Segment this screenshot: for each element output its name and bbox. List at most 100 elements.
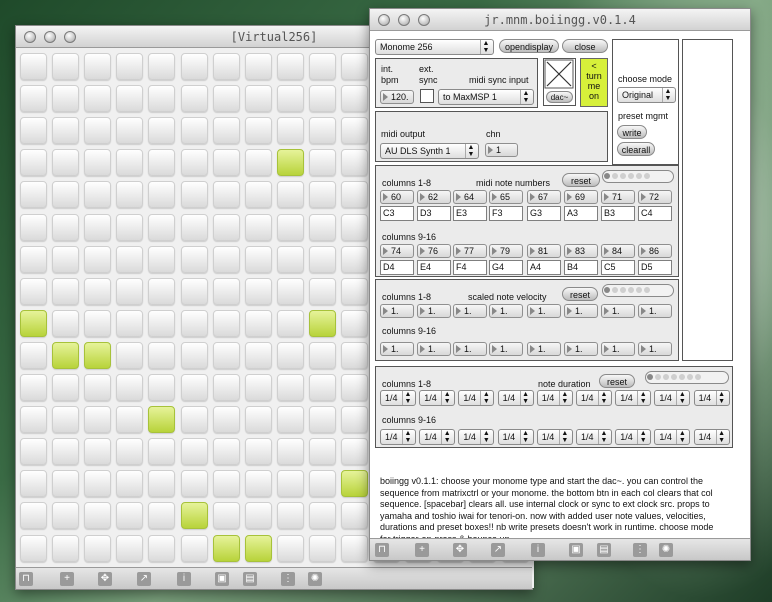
grid-button[interactable] — [276, 534, 304, 562]
grid-button[interactable] — [180, 213, 208, 241]
grid-button[interactable] — [148, 117, 176, 145]
grid-button[interactable] — [148, 181, 176, 209]
grid-button[interactable] — [116, 534, 144, 562]
grid-button[interactable] — [308, 181, 336, 209]
duration-menu[interactable]: 1/4 ▲ ▼ — [654, 429, 691, 445]
note-number[interactable]: 77 — [453, 244, 487, 258]
write-button[interactable]: write — [617, 125, 647, 139]
grid-button[interactable] — [244, 181, 272, 209]
grid-button[interactable] — [308, 534, 336, 562]
grid-button[interactable] — [244, 502, 272, 530]
titlebar[interactable]: jr.mnm.boiingg.v0.1.4 — [370, 9, 750, 31]
grid-button[interactable] — [276, 374, 304, 401]
grid-button[interactable] — [308, 53, 336, 80]
grid-button[interactable] — [244, 277, 272, 305]
grid-button[interactable] — [148, 502, 176, 530]
grid-button-lit[interactable] — [308, 309, 336, 337]
grid-button[interactable] — [52, 117, 80, 145]
grid-button[interactable] — [308, 117, 336, 145]
velocity-number[interactable]: 1. — [601, 342, 635, 356]
grid-button[interactable] — [308, 470, 336, 498]
grid-button[interactable] — [148, 85, 176, 113]
notes-reset-button[interactable]: reset — [562, 173, 600, 187]
grid-button[interactable] — [276, 438, 304, 466]
grid-button[interactable] — [84, 374, 112, 401]
grid-button[interactable] — [148, 53, 176, 80]
velocity-number[interactable]: 1. — [453, 342, 487, 356]
grid-button[interactable] — [276, 117, 304, 145]
note-number[interactable]: 67 — [527, 190, 561, 204]
dac-x-icon[interactable] — [544, 59, 575, 89]
grid-button[interactable] — [116, 277, 144, 305]
note-number[interactable]: 71 — [601, 190, 635, 204]
grid-button[interactable] — [180, 374, 208, 401]
grid-button[interactable] — [180, 149, 208, 177]
opendisplay-button[interactable]: opendisplay — [499, 39, 559, 53]
grid-button[interactable] — [276, 406, 304, 434]
grid-button[interactable] — [84, 117, 112, 145]
grid-button[interactable] — [180, 438, 208, 466]
grid-button[interactable] — [180, 534, 208, 562]
grid-button[interactable] — [52, 85, 80, 113]
mode-menu[interactable]: Original ▲ ▼ — [617, 87, 676, 103]
grid-button[interactable] — [84, 85, 112, 113]
grid-button[interactable] — [308, 245, 336, 273]
note-number[interactable]: 81 — [527, 244, 561, 258]
grid-button[interactable] — [212, 149, 240, 177]
grid-button[interactable] — [148, 470, 176, 498]
note-number[interactable]: 65 — [489, 190, 523, 204]
duration-menu[interactable]: 1/4 ▲ ▼ — [536, 390, 573, 406]
grid-button[interactable] — [308, 341, 336, 369]
note-number[interactable]: 64 — [453, 190, 487, 204]
duration-menu[interactable]: 1/4 ▲ ▼ — [458, 429, 495, 445]
grid-button[interactable] — [341, 502, 368, 530]
grid-button[interactable] — [276, 277, 304, 305]
grid-button[interactable] — [20, 85, 47, 113]
device-menu[interactable]: Monome 256 ▲ ▼ — [375, 39, 494, 55]
grid-button[interactable] — [148, 438, 176, 466]
duration-menu[interactable]: 1/4 ▲ ▼ — [419, 429, 456, 445]
grid-button[interactable] — [212, 277, 240, 305]
plus-icon[interactable]: + — [415, 543, 429, 557]
plus-icon[interactable]: + — [60, 572, 74, 586]
grid-button[interactable] — [180, 406, 208, 434]
grid-button[interactable] — [244, 117, 272, 145]
grid-button[interactable] — [244, 341, 272, 369]
grid-icon[interactable]: ⋮ — [633, 543, 647, 557]
grid-button[interactable] — [341, 117, 368, 145]
grid-button[interactable] — [20, 213, 47, 241]
duration-menu[interactable]: 1/4 ▲ ▼ — [693, 429, 730, 445]
grid-button[interactable] — [116, 374, 144, 401]
grid-button[interactable] — [116, 213, 144, 241]
velocity-number[interactable]: 1. — [453, 304, 487, 318]
grid-button[interactable] — [52, 149, 80, 177]
grid-button[interactable] — [341, 374, 368, 401]
grid-button[interactable] — [148, 213, 176, 241]
grid-button[interactable] — [212, 117, 240, 145]
grid-button[interactable] — [84, 53, 112, 80]
grid-button[interactable] — [84, 470, 112, 498]
grid-button[interactable] — [20, 117, 47, 145]
grid-button[interactable] — [20, 277, 47, 305]
grid-button[interactable] — [148, 374, 176, 401]
velocity-number[interactable]: 1. — [380, 304, 414, 318]
grid-button[interactable] — [244, 406, 272, 434]
grid-button[interactable] — [276, 502, 304, 530]
grid-button[interactable] — [20, 245, 47, 273]
velocity-number[interactable]: 1. — [638, 342, 672, 356]
duration-menu[interactable]: 1/4 ▲ ▼ — [497, 390, 534, 406]
grid-button[interactable] — [341, 534, 368, 562]
gear-icon[interactable]: ✺ — [308, 572, 322, 586]
velocity-number[interactable]: 1. — [527, 304, 561, 318]
dac-button[interactable]: dac~ — [546, 91, 573, 103]
grid-button[interactable] — [180, 341, 208, 369]
velocity-number[interactable]: 1. — [417, 304, 451, 318]
duration-preset-dots[interactable] — [645, 371, 729, 384]
clearall-button[interactable]: clearall — [617, 142, 655, 156]
window-icon[interactable]: ▣ — [215, 572, 229, 586]
grid-button[interactable] — [244, 149, 272, 177]
grid-button[interactable] — [276, 213, 304, 241]
grid-button[interactable] — [180, 117, 208, 145]
grid-button[interactable] — [276, 309, 304, 337]
grid-button[interactable] — [148, 149, 176, 177]
